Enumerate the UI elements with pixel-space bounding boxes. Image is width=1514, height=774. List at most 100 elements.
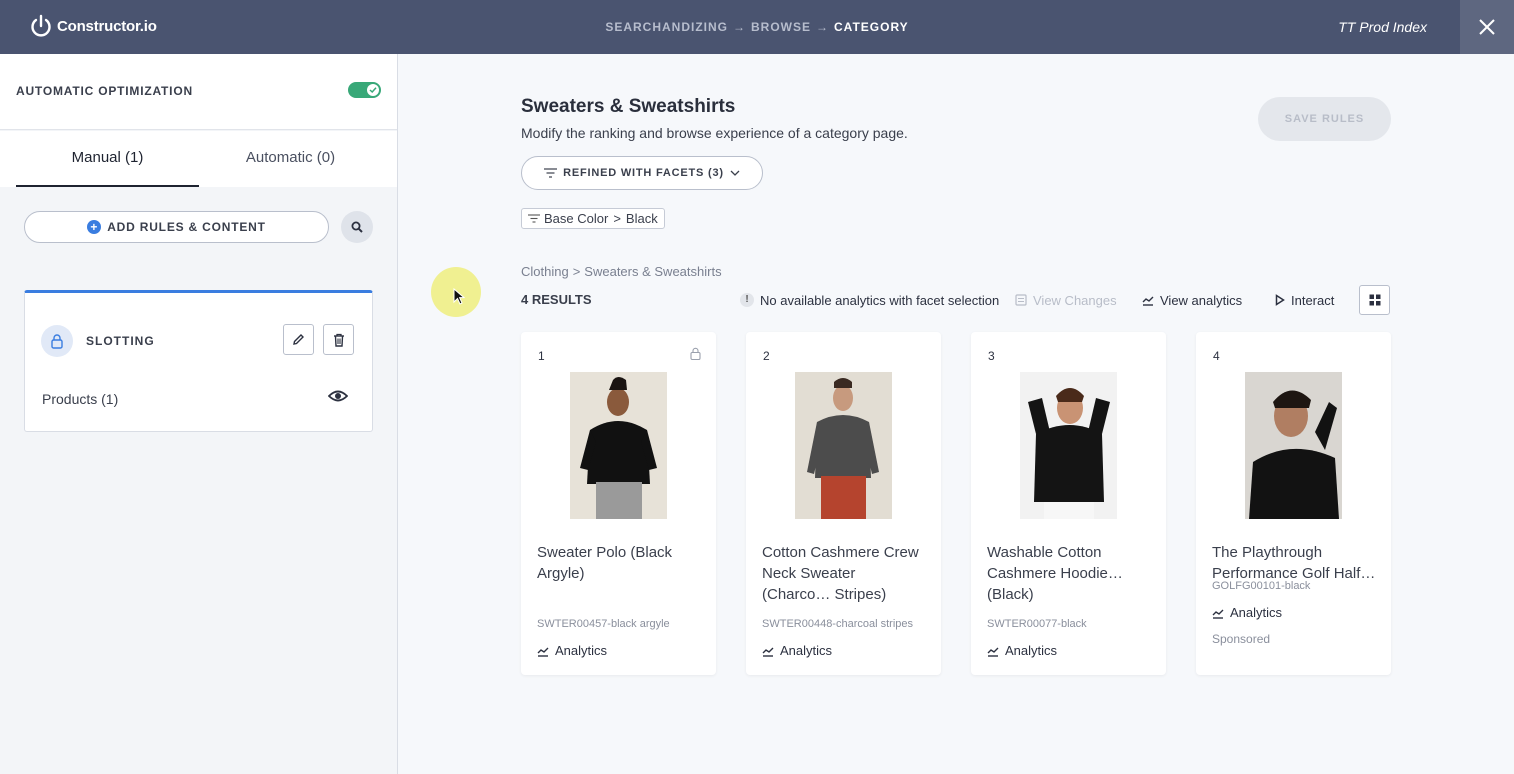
breadcrumb-arrow: → (733, 20, 746, 34)
mouse-cursor-icon (453, 288, 465, 305)
search-icon (351, 221, 363, 233)
toggle-knob (367, 84, 379, 96)
product-analytics-link[interactable]: Analytics (762, 643, 832, 658)
grid-view-button[interactable] (1359, 285, 1390, 315)
slotting-title: SLOTTING (86, 334, 155, 348)
logo-text: Constructor.io (57, 17, 157, 35)
auto-optimization-toggle[interactable] (348, 82, 381, 98)
analytics-icon (537, 647, 549, 657)
interact-label: Interact (1291, 292, 1335, 308)
product-name[interactable]: The Playthrough Performance Golf Half… (1212, 542, 1377, 584)
page-subtitle: Modify the ranking and browse experience… (521, 125, 908, 141)
index-name[interactable]: TT Prod Index (1338, 19, 1427, 35)
search-button[interactable] (341, 211, 373, 243)
breadcrumb-separator: > (572, 264, 581, 279)
facet-chip[interactable]: Base Color > Black (521, 208, 665, 229)
interact-button[interactable]: Interact (1275, 285, 1334, 315)
product-image[interactable] (570, 372, 667, 519)
product-analytics-label: Analytics (780, 643, 833, 658)
breadcrumb-arrow: → (816, 20, 829, 34)
product-image[interactable] (1020, 372, 1117, 519)
tab-manual[interactable]: Manual (1) (16, 131, 199, 187)
play-icon (1275, 294, 1285, 306)
results-count: 4 RESULTS (521, 292, 592, 307)
check-icon (369, 87, 377, 94)
trash-icon (333, 333, 344, 347)
product-card[interactable]: 2 Cotton Cashmere Crew Neck Sweater (Cha… (746, 332, 941, 675)
breadcrumb-browse[interactable]: BROWSE (751, 20, 811, 34)
slotting-card: SLOTTING Products (1) (24, 290, 373, 432)
auto-optimization-label: AUTOMATIC OPTIMIZATION (16, 84, 193, 98)
pencil-icon (293, 334, 304, 345)
product-analytics-link[interactable]: Analytics (987, 643, 1057, 658)
breadcrumb-sweaters: Sweaters & Sweatshirts (584, 264, 722, 279)
refined-facets-dropdown[interactable]: REFINED WITH FACETS (3) (521, 156, 763, 190)
refined-label: REFINED WITH FACETS (3) (563, 167, 724, 179)
rule-tabs: Manual (1) Automatic (0) (0, 131, 397, 187)
filter-icon (528, 214, 540, 223)
sponsored-label: Sponsored (1212, 632, 1271, 646)
product-sku: SWTER00457-black argyle (537, 618, 670, 630)
main-content: Sweaters & Sweatshirts Modify the rankin… (399, 54, 1514, 774)
add-rules-button[interactable]: + ADD RULES & CONTENT (24, 211, 329, 243)
facet-separator: > (613, 211, 621, 226)
product-analytics-label: Analytics (1005, 643, 1058, 658)
breadcrumb-searchandizing[interactable]: SEARCHANDIZING (605, 20, 728, 34)
plus-icon: + (87, 220, 102, 234)
product-rank: 4 (1213, 349, 1220, 363)
product-analytics-label: Analytics (555, 643, 608, 658)
product-rank: 2 (763, 349, 770, 363)
slotting-products-label: Products (1) (42, 391, 119, 407)
view-analytics-label: View analytics (1160, 292, 1243, 308)
breadcrumb-clothing[interactable]: Clothing (521, 264, 569, 279)
analytics-icon (1212, 609, 1224, 619)
product-analytics-label: Analytics (1230, 605, 1283, 620)
top-breadcrumb: SEARCHANDIZING → BROWSE → CATEGORY (0, 20, 1514, 34)
product-card[interactable]: 4 The Playthrough Performance Golf Half…… (1196, 332, 1391, 675)
eye-icon[interactable] (327, 389, 349, 408)
page-title: Sweaters & Sweatshirts (521, 96, 736, 117)
grid-icon (1369, 294, 1380, 306)
close-icon (1479, 19, 1495, 35)
top-bar: Constructor.io SEARCHANDIZING → BROWSE → CAT… (0, 0, 1514, 54)
product-image[interactable] (795, 372, 892, 519)
document-icon (1015, 294, 1027, 306)
product-sku: SWTER00077-black (987, 618, 1087, 630)
power-logo-icon (31, 14, 51, 37)
analytics-icon (987, 647, 999, 657)
analytics-note: ! No available analytics with facet sele… (740, 285, 999, 315)
facet-name: Base Color (544, 211, 609, 226)
save-rules-button[interactable]: SAVE RULES (1258, 97, 1391, 141)
sidebar: AUTOMATIC OPTIMIZATION Manual (1) Automa… (0, 54, 398, 774)
facet-value: Black (625, 211, 658, 226)
logo[interactable]: Constructor.io (30, 14, 157, 38)
product-name[interactable]: Sweater Polo (Black Argyle) (537, 542, 702, 584)
lock-icon (51, 333, 63, 349)
analytics-icon (762, 647, 774, 657)
filter-icon (544, 168, 558, 178)
lock-icon-wrap (41, 325, 73, 357)
analytics-note-text: No available analytics with facet select… (760, 292, 1000, 308)
edit-button[interactable] (283, 324, 314, 355)
lock-icon[interactable] (690, 347, 701, 365)
product-card[interactable]: 1 Sweater Polo (Black Argyle) SWTER00457… (521, 332, 716, 675)
close-button[interactable] (1460, 0, 1514, 54)
breadcrumb-category: CATEGORY (834, 20, 909, 34)
view-changes-button[interactable]: View Changes (1015, 285, 1117, 315)
product-card[interactable]: 3 Washable Cotton Cashmere Hoodie… (Blac… (971, 332, 1166, 675)
product-name[interactable]: Washable Cotton Cashmere Hoodie… (Black) (987, 542, 1152, 605)
view-analytics-button[interactable]: View analytics (1142, 285, 1242, 315)
tab-automatic[interactable]: Automatic (0) (199, 131, 382, 187)
info-icon: ! (740, 293, 754, 307)
product-analytics-link[interactable]: Analytics (1212, 605, 1282, 620)
product-analytics-link[interactable]: Analytics (537, 643, 607, 658)
chevron-down-icon (730, 170, 740, 176)
view-changes-label: View Changes (1033, 292, 1117, 308)
delete-button[interactable] (323, 324, 354, 355)
product-name[interactable]: Cotton Cashmere Crew Neck Sweater (Charc… (762, 542, 927, 605)
product-sku: GOLFG00101-black (1212, 580, 1311, 592)
add-rules-label: ADD RULES & CONTENT (107, 220, 266, 234)
auto-optimization-row: AUTOMATIC OPTIMIZATION (0, 54, 397, 130)
product-image[interactable] (1245, 372, 1342, 519)
product-rank: 3 (988, 349, 995, 363)
